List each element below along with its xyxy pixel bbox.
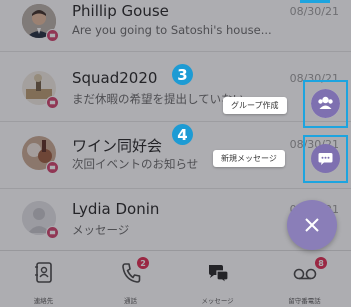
group-create-label: グループ作成 bbox=[223, 97, 287, 114]
messages-screen: Phillip Gouse Are you going to Satoshi's… bbox=[0, 0, 351, 307]
step-number-badge: 3 bbox=[172, 64, 193, 85]
step-number-badge: 4 bbox=[172, 124, 193, 145]
dim-overlay[interactable] bbox=[0, 0, 351, 307]
close-fab-button[interactable] bbox=[287, 200, 337, 250]
chat-bubble-icon bbox=[311, 144, 340, 173]
group-create-button[interactable] bbox=[311, 89, 340, 118]
close-icon bbox=[305, 218, 319, 232]
group-icon bbox=[311, 89, 340, 118]
new-message-button[interactable] bbox=[311, 144, 340, 173]
new-message-label: 新規メッセージ bbox=[213, 150, 285, 167]
highlight-edge bbox=[300, 0, 330, 3]
